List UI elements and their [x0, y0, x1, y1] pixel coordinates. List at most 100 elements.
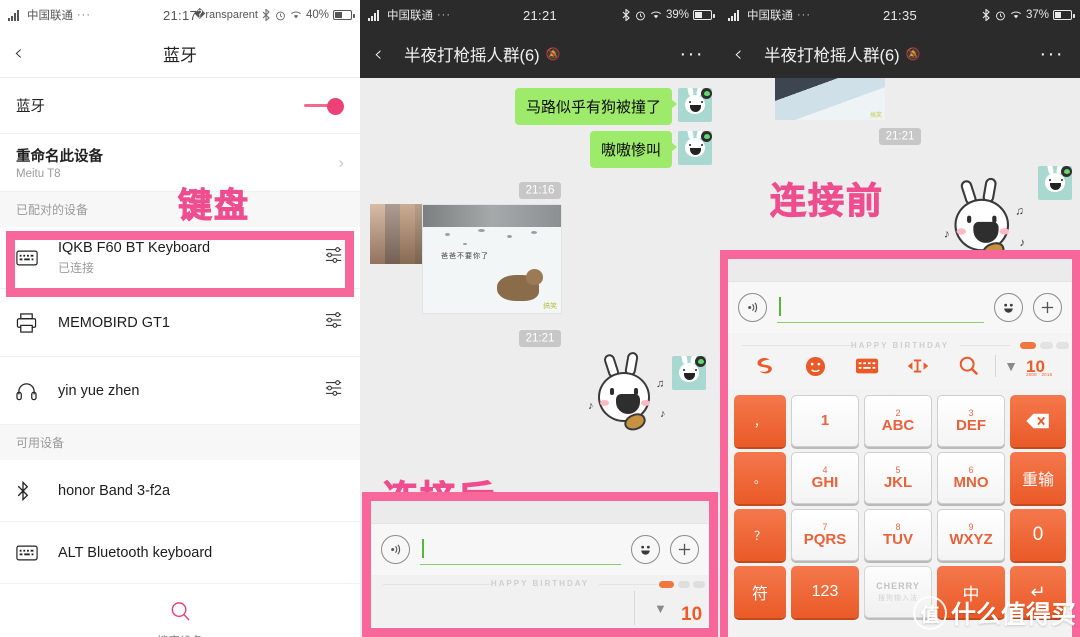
paired-device-yinyuezhen[interactable]: yin yue zhen [0, 357, 360, 425]
bluetooth-icon [622, 9, 630, 21]
key-sub: 4 [822, 465, 828, 475]
emoji-icon[interactable] [631, 535, 660, 564]
key-123[interactable]: 123 [791, 566, 859, 618]
rabbit-ukulele-sticker[interactable]: ♪ ♫ ♪ [586, 351, 672, 436]
available-device-honor-band[interactable]: honor Band 3-f2a [0, 460, 360, 522]
keyboard-icon [16, 545, 50, 561]
back-button[interactable]: ‹ [734, 42, 742, 66]
search-icon[interactable] [944, 355, 995, 377]
chevron-down-icon[interactable]: ▼ [996, 358, 1026, 374]
sogou-badge-sub: 2008 · 2018 [1026, 371, 1053, 377]
message-bubble[interactable]: 嗷嗷惨叫 [589, 131, 678, 168]
key-4-ghi[interactable]: 4 GHI [791, 452, 859, 504]
message-timestamp: 21:21 [720, 126, 1080, 145]
key-comma[interactable]: ， [734, 395, 786, 447]
key-9-wxyz[interactable]: 9 WXYZ [937, 509, 1005, 561]
incoming-image-message[interactable]: 爸爸不要你了 搞笑 [360, 204, 720, 314]
keyboard-icon[interactable] [841, 357, 892, 375]
key-3-def[interactable]: 3 DEF [937, 395, 1005, 447]
plus-icon[interactable] [1033, 293, 1062, 322]
key-8-tuv[interactable]: 8 TUV [864, 509, 932, 561]
status-right: 39% [622, 9, 715, 21]
avatar[interactable] [672, 356, 706, 390]
input-area-after: HAPPY BIRTHDAY ▼ 10 [371, 501, 709, 628]
paired-device-iqkb[interactable]: IQKB F60 BT Keyboard 已连接 [0, 227, 360, 289]
device-settings-icon[interactable] [324, 246, 344, 269]
chevron-down-icon[interactable]: ▼ [654, 601, 667, 616]
text-caret [779, 296, 781, 316]
input-top-spacer [728, 259, 1072, 281]
key-sub: 2 [895, 408, 901, 418]
alarm-icon [276, 11, 285, 20]
chat-title-text: 半夜打枪摇人群(6) [764, 47, 900, 65]
key-6-mno[interactable]: 6 MNO [937, 452, 1005, 504]
message-bubble[interactable]: 马路似乎有狗被撞了 [514, 88, 678, 125]
sticker-message-row: ♪ ♫ ♪ [360, 351, 720, 436]
device-settings-icon[interactable] [324, 379, 344, 402]
rabbit-ukulele-sticker[interactable]: ♪ ♫ ♪ [942, 176, 1032, 266]
cropped-photo-message[interactable]: 搞笑 [720, 78, 1080, 120]
cursor-move-icon[interactable] [892, 357, 943, 375]
avatar[interactable] [678, 88, 712, 122]
key-7-pqrs[interactable]: 7 PQRS [791, 509, 859, 561]
voice-icon[interactable] [381, 535, 410, 564]
key-2-abc[interactable]: 2 ABC [864, 395, 932, 447]
photo-thumbnail[interactable]: 搞笑 [775, 78, 885, 120]
battery-percent: 39% [665, 9, 689, 21]
message-input[interactable] [777, 293, 984, 323]
bluetooth-settings-screen: 中国联通 ··· 21:17 �ransparent 40% ‹ 蓝牙 蓝牙 重… [0, 0, 360, 637]
key-question[interactable]: ？ [734, 509, 786, 561]
back-button[interactable]: ‹ [14, 42, 23, 65]
key-retype[interactable]: 重输 [1010, 452, 1066, 504]
keyboard-region: HAPPY BIRTHDAY ▼ 10 2008 · 2018 ， 1 2 AB… [728, 259, 1072, 637]
key-1[interactable]: 1 [791, 395, 859, 447]
bluetooth-icon [16, 480, 50, 501]
key-backspace[interactable] [1010, 395, 1066, 447]
keyboard-icon [16, 250, 50, 266]
timestamp-label: 21:21 [878, 127, 922, 145]
avatar[interactable] [678, 131, 712, 165]
keyboard-strip-after[interactable]: HAPPY BIRTHDAY ▼ 10 [371, 575, 709, 627]
watermark: 值 什么值得买 [912, 595, 1076, 631]
message-input[interactable] [420, 535, 621, 565]
keypad[interactable]: ， 1 2 ABC 3 DEF 。 4 GHI 5 JKL 6 MNO 重输 ？… [728, 391, 1072, 624]
bluetooth-toggle-row[interactable]: 蓝牙 [0, 78, 360, 134]
key-0[interactable]: 0 [1010, 509, 1066, 561]
key-symbols[interactable]: 符 [734, 566, 786, 618]
sogou-logo-icon[interactable] [738, 355, 789, 377]
bluetooth-toggle-label: 蓝牙 [16, 99, 45, 115]
battery-percent: 40% [305, 9, 329, 21]
key-main: DEF [956, 417, 986, 434]
device-name: MEMOBIRD GT1 [58, 314, 170, 331]
printer-icon [16, 312, 50, 333]
annotation-keyboard: 键盘 [178, 187, 250, 226]
key-sub: 6 [968, 465, 974, 475]
chat-nav-bar: ‹ 半夜打枪摇人群(6) 🔕 ··· [360, 30, 720, 78]
voice-icon[interactable] [738, 293, 767, 322]
key-main: GHI [811, 474, 839, 491]
plus-icon[interactable] [670, 535, 699, 564]
sogou-toolbar[interactable]: HAPPY BIRTHDAY ▼ 10 2008 · 2018 [728, 333, 1072, 391]
paired-device-memobird[interactable]: MEMOBIRD GT1 [0, 289, 360, 357]
sogou-badge: 10 2008 · 2018 [1026, 358, 1062, 377]
search-devices-button[interactable]: 搜索设备 [0, 584, 360, 637]
chat-title: 半夜打枪摇人群(6) 🔕 [404, 42, 561, 66]
status-right: �ransparent 40% [194, 9, 355, 21]
photo-thumbnail[interactable]: 爸爸不要你了 搞笑 [422, 204, 562, 314]
bluetooth-icon [262, 9, 270, 21]
available-device-alt-keyboard[interactable]: ALT Bluetooth keyboard [0, 522, 360, 584]
device-settings-icon[interactable] [324, 311, 344, 334]
key-period[interactable]: 。 [734, 452, 786, 504]
more-options-button[interactable]: ··· [680, 44, 704, 64]
emoji-face-icon[interactable] [789, 356, 840, 377]
bluetooth-toggle-switch[interactable] [300, 98, 344, 115]
more-options-button[interactable]: ··· [1040, 44, 1064, 64]
emoji-icon[interactable] [994, 293, 1023, 322]
avatar[interactable] [1038, 166, 1072, 200]
chat-title: 半夜打枪摇人群(6) 🔕 [764, 42, 921, 66]
back-button[interactable]: ‹ [374, 42, 382, 66]
battery-icon [333, 10, 355, 20]
key-sub: 8 [895, 522, 901, 532]
key-5-jkl[interactable]: 5 JKL [864, 452, 932, 504]
key-sub: 7 [822, 522, 828, 532]
